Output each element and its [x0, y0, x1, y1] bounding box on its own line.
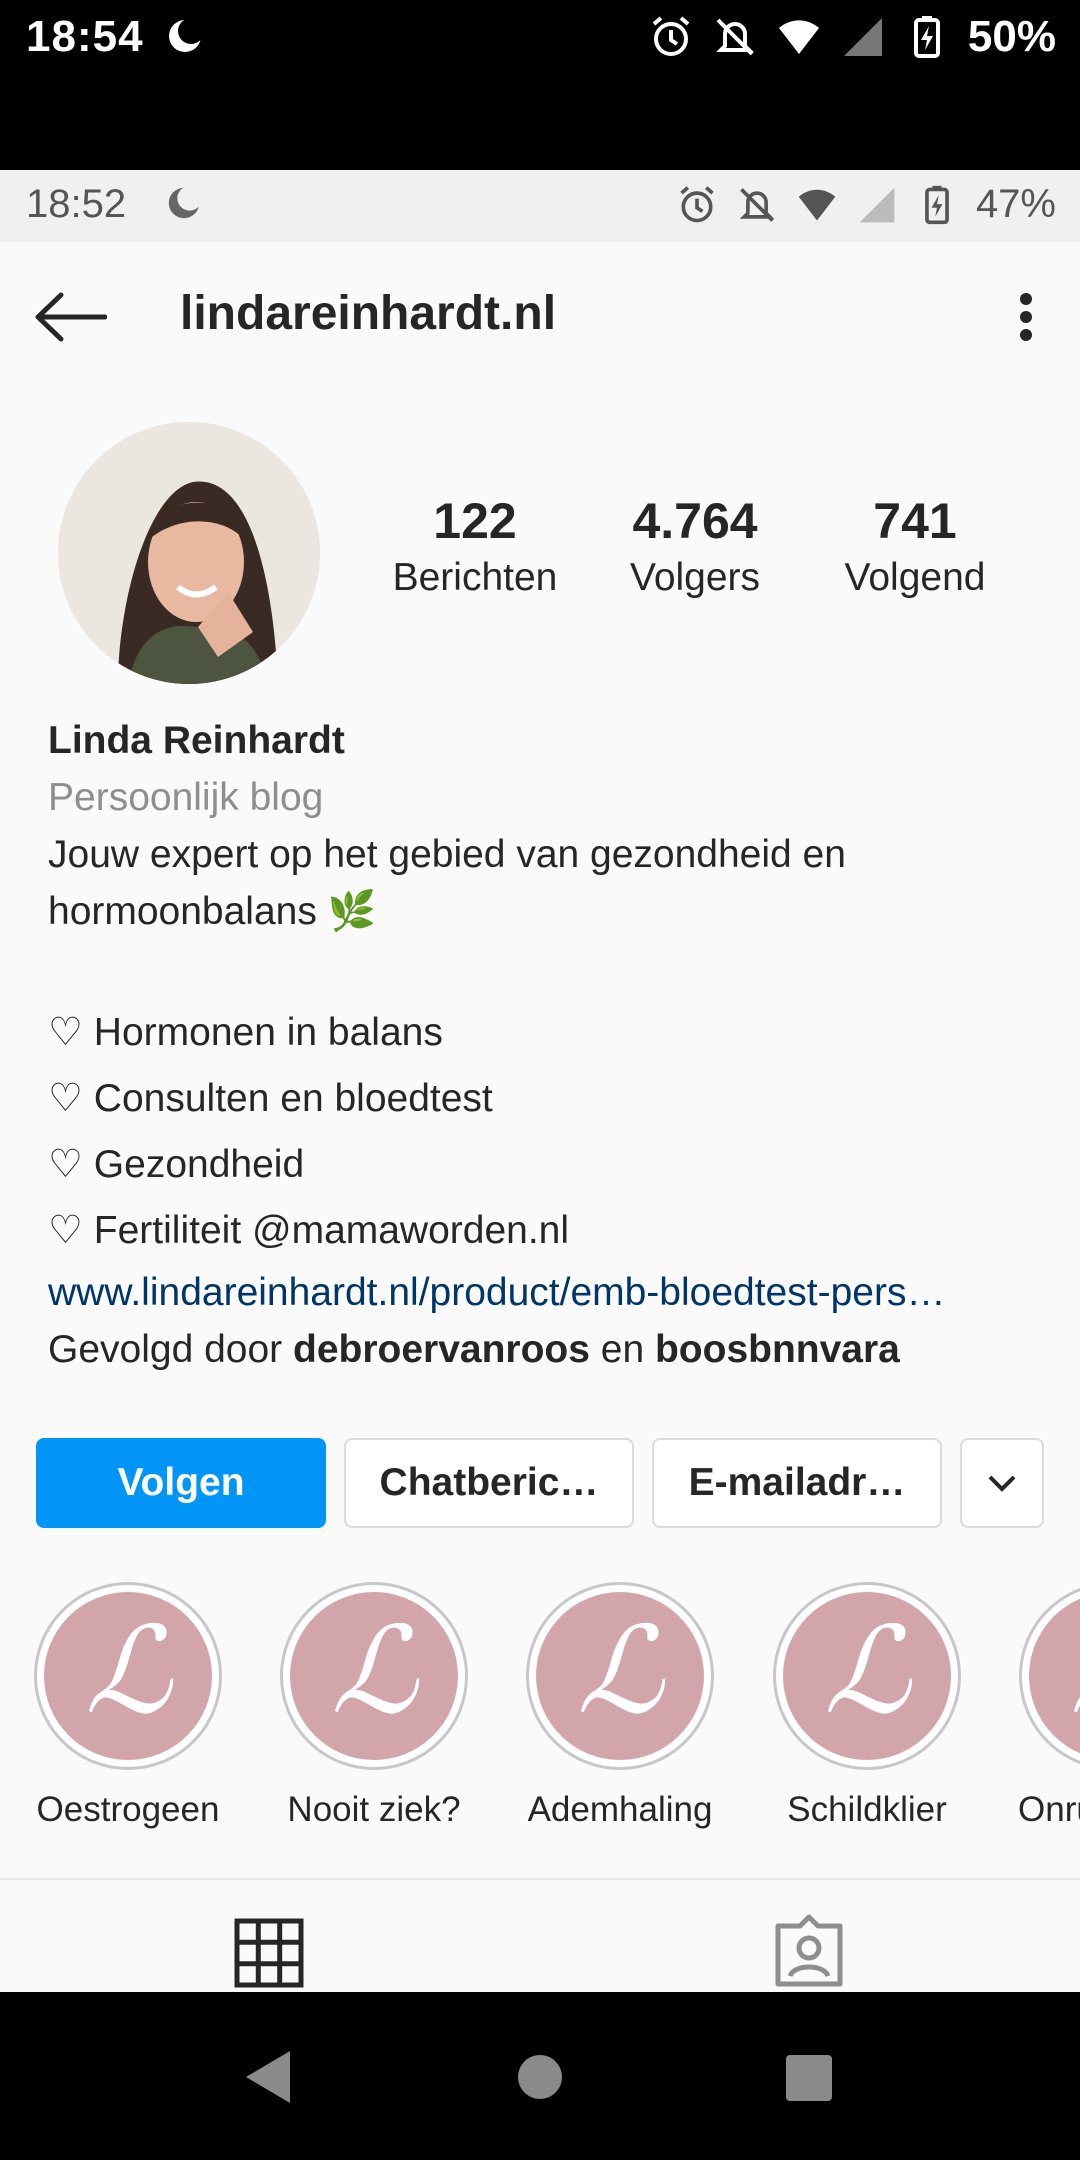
grid-icon[interactable] — [234, 1918, 304, 1988]
bio-name: Linda Reinhardt — [48, 719, 345, 762]
more-options-button[interactable] — [1006, 282, 1046, 352]
tabs-divider — [0, 1878, 1080, 1880]
inner-status-bar: 18:52 47% — [0, 170, 1080, 242]
top-bar: lindareinhardt.nl — [0, 242, 1080, 392]
bio-text-line: Jouw expert op het gebied van gezondheid… — [48, 833, 846, 876]
followed-user: boosbnnvara — [654, 1328, 900, 1371]
highlight-label: Ademhaling — [527, 1790, 713, 1829]
highlight-ring: ℒ — [526, 1582, 714, 1770]
nav-home-icon[interactable] — [518, 2055, 562, 2099]
system-nav-bar — [0, 1992, 1080, 2160]
followed-conjunction: en — [589, 1328, 655, 1371]
battery-icon — [913, 16, 940, 58]
outer-status-bar: 18:54 50% — [0, 0, 1080, 170]
moon-icon — [169, 18, 204, 52]
highlight-item[interactable]: ℒ Onrus — [1018, 1582, 1080, 1830]
stat-value: 122 — [433, 493, 517, 549]
outer-status-time: 18:54 — [26, 12, 144, 61]
bio-website-link[interactable]: www.lindareinhardt.nl/product/emb-bloedt… — [48, 1264, 1038, 1321]
arrow-left-icon — [35, 292, 107, 342]
message-button[interactable]: Chatberic… — [344, 1438, 634, 1528]
profile-stats: 122 Berichten 4.764 Volgers 741 Volgend — [370, 492, 1020, 600]
highlight-label: Schildklier — [787, 1790, 947, 1829]
nav-back-icon[interactable] — [240, 2047, 296, 2107]
follow-button[interactable]: Volgen — [36, 1438, 326, 1528]
chevron-down-icon — [988, 1475, 1016, 1492]
stat-following[interactable]: 741 Volgend — [810, 492, 1020, 600]
highlight-cover-logo: ℒ — [44, 1592, 212, 1760]
stat-label: Berichten — [392, 556, 558, 599]
followed-prefix: Gevolgd door — [48, 1328, 293, 1371]
mute-icon — [739, 187, 775, 222]
bio-list-item: ♡ Consulten en bloedtest — [48, 1077, 493, 1120]
bio-list-item: ♡ Hormonen in balans — [48, 1011, 443, 1054]
signal-icon — [843, 18, 882, 56]
bio-list-item: ♡ Gezondheid — [48, 1143, 305, 1186]
followed-user: debroervanroos — [293, 1328, 590, 1371]
profile-actions: Volgen Chatberic… E-mailadr… — [36, 1438, 1046, 1528]
wifi-icon — [778, 20, 819, 54]
profile-username: lindareinhardt.nl — [180, 287, 557, 340]
bio-category: Persoonlijk blog — [48, 776, 324, 819]
bio-list-item: ♡ Fertiliteit @mamaworden.nl — [48, 1209, 570, 1252]
highlight-cover-logo: ℒ — [290, 1592, 458, 1760]
highlight-label: Oestrogeen — [36, 1790, 220, 1829]
highlight-label: Onrus — [1018, 1790, 1080, 1829]
highlight-cover-logo: ℒ — [783, 1592, 951, 1760]
signal-icon — [859, 187, 895, 222]
highlight-item[interactable]: ℒ Nooit ziek? — [279, 1582, 469, 1830]
bio-text-line: hormoonbalans 🌿 — [48, 890, 377, 933]
highlight-cover-logo: ℒ — [536, 1592, 704, 1760]
stat-value: 4.764 — [632, 493, 758, 549]
outer-battery-percent: 50% — [967, 12, 1056, 61]
inner-status-time: 18:52 — [26, 182, 127, 226]
highlight-item[interactable]: ℒ Oestrogeen — [33, 1582, 223, 1830]
stat-label: Volgers — [629, 556, 761, 599]
highlight-ring: ℒ — [1019, 1582, 1080, 1770]
inner-battery-percent: 47% — [975, 182, 1056, 226]
highlight-cover-logo: ℒ — [1029, 1592, 1080, 1760]
story-highlights: ℒ Oestrogeen ℒ Nooit ziek? ℒ Ademhaling … — [0, 1582, 1080, 1842]
alarm-icon — [680, 185, 714, 222]
highlight-item[interactable]: ℒ Schildklier — [772, 1582, 962, 1830]
stat-label: Volgend — [844, 556, 986, 599]
profile-screen: lindareinhardt.nl 122 Berichten 4.764 Vo… — [0, 242, 1080, 1992]
followed-by-text[interactable]: Gevolgd door debroervanroos en boosbnnva… — [48, 1321, 1048, 1378]
highlight-label: Nooit ziek? — [287, 1790, 461, 1829]
back-button[interactable] — [30, 282, 110, 352]
tagged-icon[interactable] — [772, 1914, 846, 1988]
stat-posts[interactable]: 122 Berichten — [370, 492, 580, 600]
suggested-accounts-button[interactable] — [960, 1438, 1044, 1528]
wifi-icon — [798, 189, 836, 221]
alarm-icon — [652, 16, 690, 56]
highlight-item[interactable]: ℒ Ademhaling — [525, 1582, 715, 1830]
highlight-ring: ℒ — [773, 1582, 961, 1770]
email-button[interactable]: E-mailadr… — [652, 1438, 942, 1528]
highlight-ring: ℒ — [280, 1582, 468, 1770]
profile-avatar[interactable] — [58, 422, 320, 684]
profile-bio: Linda Reinhardt Persoonlijk blog Jouw ex… — [48, 712, 1048, 1378]
mute-icon — [716, 18, 754, 56]
stat-value: 741 — [873, 493, 957, 549]
stat-followers[interactable]: 4.764 Volgers — [590, 492, 800, 600]
bio-spacer — [48, 940, 1048, 1000]
highlight-ring: ℒ — [34, 1582, 222, 1770]
battery-icon — [925, 185, 949, 224]
moon-icon — [168, 185, 203, 219]
nav-recents-icon[interactable] — [786, 2055, 832, 2101]
profile-photo — [58, 422, 320, 684]
more-vertical-icon — [1020, 293, 1032, 341]
